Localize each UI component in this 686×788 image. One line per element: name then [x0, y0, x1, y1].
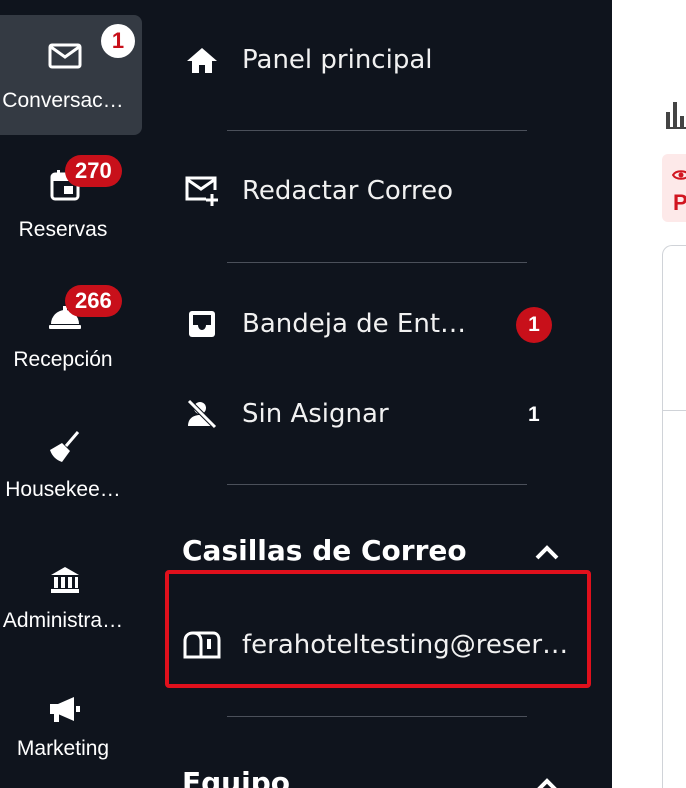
unassigned-count: 1: [528, 403, 540, 426]
rail-label-reservas: Reservas: [18, 218, 108, 241]
rail-label-marketing: Marketing: [16, 737, 110, 760]
menu-item-panel-principal[interactable]: Panel principal: [182, 35, 582, 85]
chevron-up-icon[interactable]: [532, 537, 562, 567]
rail-item-marketing[interactable]: Marketing: [0, 675, 142, 788]
menu-item-label: Bandeja de Ent…: [242, 309, 467, 339]
unassigned-user-icon: [182, 394, 222, 434]
eye-icon: [671, 168, 686, 186]
conversations-menu-panel: Panel principal Redactar Correo Bandeja …: [152, 0, 612, 788]
divider: [227, 484, 527, 485]
home-icon: [182, 40, 222, 80]
left-nav-rail: 1 Conversac… 270 Reservas 266 Recepción …: [0, 0, 152, 788]
mailbox-item-label: ferahoteltesting@reserv…: [242, 630, 582, 660]
divider: [663, 410, 686, 411]
divider: [227, 130, 527, 131]
divider: [227, 262, 527, 263]
section-title-team: Equipo: [182, 766, 290, 788]
compose-mail-icon: [182, 171, 222, 211]
rail-label-conversaciones: Conversac…: [2, 89, 124, 112]
content-card: [662, 245, 686, 788]
menu-item-label: Redactar Correo: [242, 176, 454, 206]
section-title-mailboxes: Casillas de Correo: [182, 534, 467, 567]
rail-item-conversaciones[interactable]: 1 Conversac…: [0, 15, 142, 135]
rail-label-administracion: Administra…: [2, 609, 124, 632]
rail-item-reservas[interactable]: 270 Reservas: [0, 150, 142, 270]
rail-item-housekeeping[interactable]: Housekee…: [0, 410, 142, 530]
menu-item-redactar-correo[interactable]: Redactar Correo: [182, 166, 582, 216]
broom-icon: [48, 430, 82, 464]
rail-item-administracion[interactable]: Administra…: [0, 545, 142, 665]
rail-label-housekeeping: Housekee…: [5, 478, 121, 501]
bank-icon: [48, 563, 82, 597]
menu-item-label: Sin Asignar: [242, 399, 389, 429]
chevron-up-icon[interactable]: [532, 770, 562, 788]
rail-label-recepcion: Recepción: [13, 348, 113, 371]
mailbox-icon: [182, 625, 222, 665]
inbox-icon: [182, 304, 222, 344]
menu-item-label: Panel principal: [242, 45, 433, 75]
mail-icon: [48, 39, 82, 73]
mailbox-item-ferahoteltesting[interactable]: ferahoteltesting@reserv…: [182, 620, 582, 670]
rail-badge-conversaciones: 1: [101, 24, 135, 58]
rail-item-recepcion[interactable]: 266 Recepción: [0, 280, 142, 400]
status-tag-text: P: [673, 190, 686, 215]
megaphone-icon: [48, 693, 82, 727]
inbox-unread-count: 1: [516, 307, 552, 343]
divider: [227, 716, 527, 717]
rail-badge-reservas: 270: [65, 155, 122, 187]
menu-item-sin-asignar[interactable]: Sin Asignar: [182, 389, 582, 439]
rail-badge-recepcion: 266: [65, 285, 122, 317]
chart-icon[interactable]: [664, 98, 686, 132]
